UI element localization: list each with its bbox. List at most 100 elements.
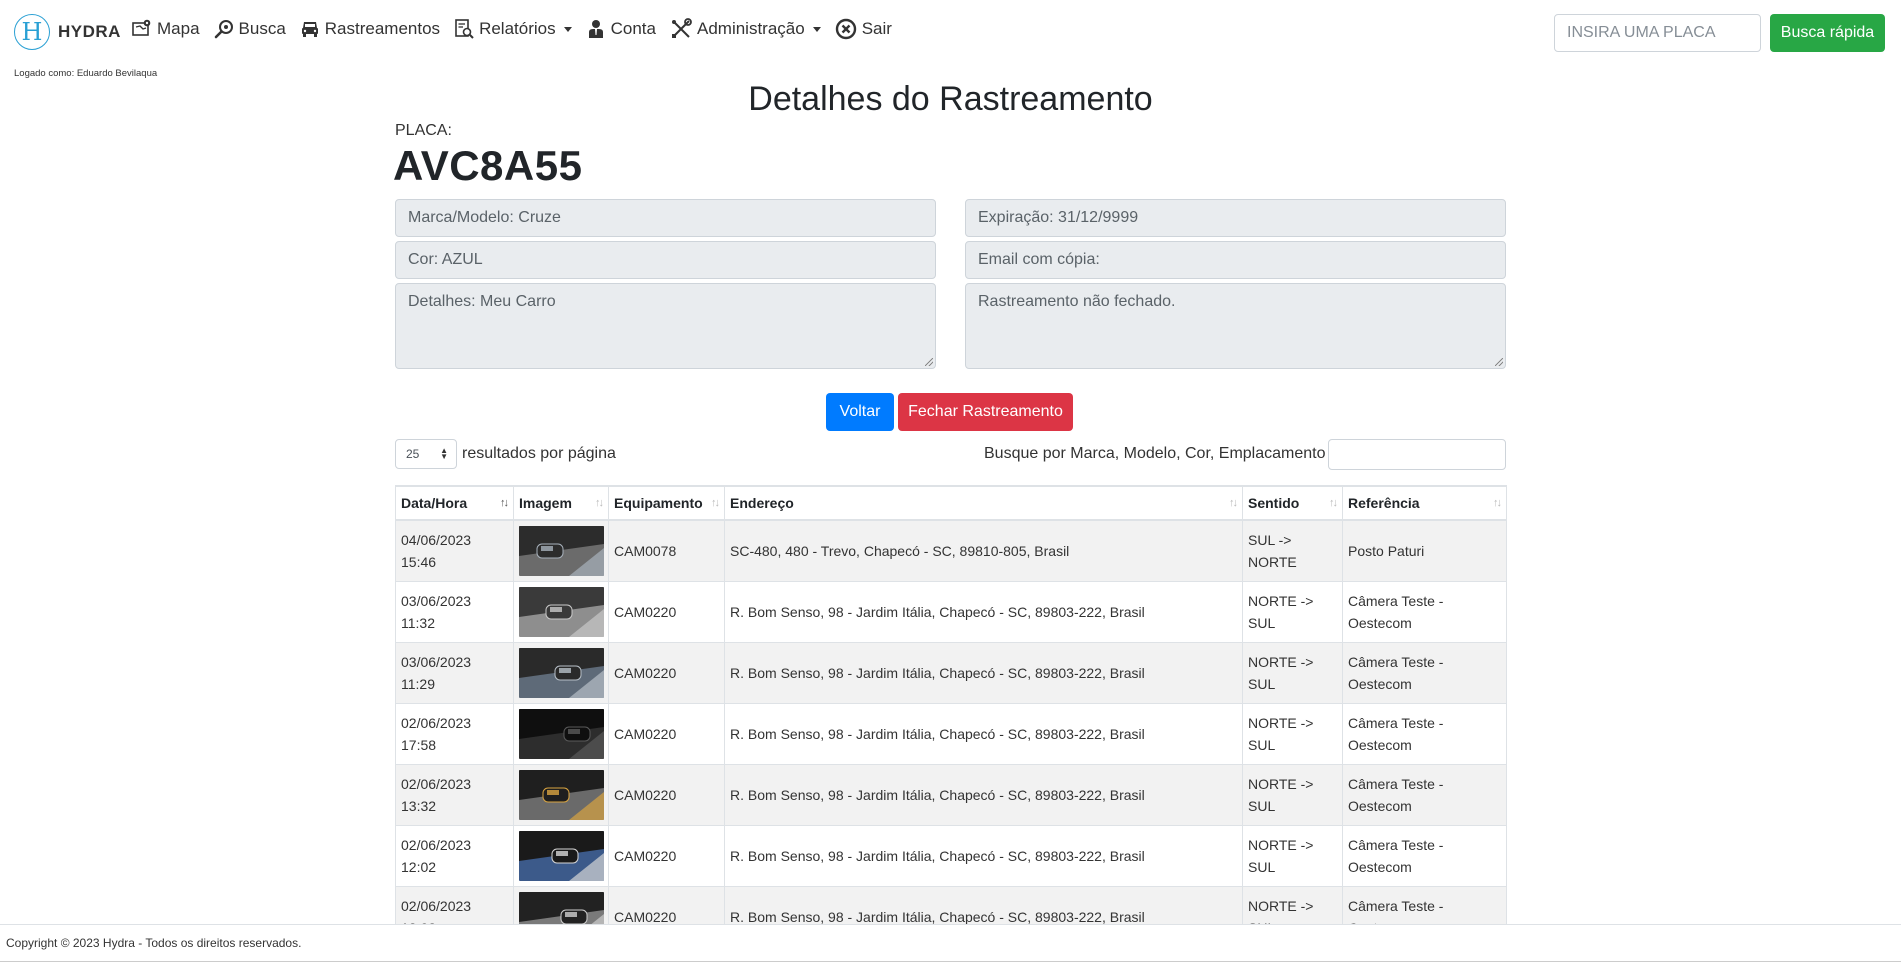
- plate-label: PLACA:: [395, 122, 452, 139]
- cell-sentido: NORTE ->SUL: [1242, 641, 1343, 704]
- nav-label-administracao: Administração: [696, 19, 805, 38]
- table-header-row: Data/Hora ↑↓ Imagem ↑↓ Equipamento ↑↓ Ender…: [395, 485, 1507, 521]
- column-header-equipamento[interactable]: Equipamento ↑↓: [608, 485, 725, 521]
- page-length-value: 25: [406, 447, 420, 461]
- sort-icon: ↑↓: [1229, 497, 1238, 509]
- column-header-endereco[interactable]: Endereço ↑↓: [724, 485, 1243, 521]
- column-header-imagem[interactable]: Imagem ↑↓: [513, 485, 609, 521]
- back-button[interactable]: Voltar: [826, 393, 894, 431]
- column-header-referencia[interactable]: Referência ↑↓: [1342, 485, 1507, 521]
- nav-label-rastreamentos: Rastreamentos: [324, 19, 441, 38]
- cell-data-hora: 02/06/2023 17:58: [395, 702, 514, 765]
- close-circle-icon: [835, 18, 856, 40]
- footer: Copyright © 2023 Hydra - Todos os direit…: [0, 924, 1901, 962]
- vehicle-photo-thumbnail[interactable]: [519, 525, 604, 576]
- vehicle-photo-thumbnail[interactable]: [519, 647, 604, 698]
- vehicle-photo-thumbnail[interactable]: [519, 708, 604, 759]
- tracking-table: Data/Hora ↑↓ Imagem ↑↓ Equipamento ↑↓ Ender…: [395, 485, 1507, 948]
- sort-icon: ↑↓: [1493, 497, 1502, 509]
- cell-endereco: R. Bom Senso, 98 - Jardim Itália, Chapec…: [724, 641, 1243, 704]
- cell-imagem[interactable]: [513, 702, 609, 765]
- table-search-input[interactable]: [1328, 439, 1506, 470]
- cell-imagem[interactable]: [513, 824, 609, 887]
- nav-item-sair[interactable]: Sair: [835, 18, 892, 40]
- cell-referencia: Câmera Teste -Oestecom: [1342, 702, 1507, 765]
- cell-imagem[interactable]: [513, 641, 609, 704]
- column-header-sentido[interactable]: Sentido ↑↓: [1242, 485, 1343, 521]
- cell-endereco: R. Bom Senso, 98 - Jardim Itália, Chapec…: [724, 763, 1243, 826]
- cor-field: Cor: AZUL: [395, 241, 936, 279]
- table-row[interactable]: 03/06/2023 11:29 CAM0220 R. Bom Senso, 98 -…: [395, 641, 1507, 704]
- cell-data-hora: 04/06/2023 15:46: [395, 519, 514, 582]
- cell-imagem[interactable]: [513, 763, 609, 826]
- brand[interactable]: H HYDRA: [14, 14, 121, 50]
- nav-label-conta: Conta: [610, 19, 656, 38]
- nav-item-administracao[interactable]: Administração: [670, 18, 821, 40]
- cell-referencia: Posto Paturi: [1342, 519, 1507, 582]
- chevron-down-icon: [563, 26, 572, 32]
- quick-search-button[interactable]: Busca rápida: [1770, 14, 1885, 52]
- resize-handle-icon: [925, 358, 933, 366]
- main-nav: Mapa Busca Rastreamentos Relatórios Cont…: [132, 18, 906, 40]
- page-length-select[interactable]: 25 ▲ ▼: [395, 439, 457, 469]
- map-icon: [132, 19, 151, 36]
- cell-sentido: SUL -> NORTE: [1242, 519, 1343, 582]
- table-row[interactable]: 02/06/2023 17:58 CAM0220 R. Bom Senso, 98 -…: [395, 702, 1507, 765]
- table-row[interactable]: 02/06/202312:02 CAM0220R. Bom Senso, 98 -…: [395, 824, 1507, 887]
- cell-data-hora: 02/06/2023 13:32: [395, 763, 514, 826]
- email-field: Email com cópia:: [965, 241, 1506, 279]
- cell-sentido: NORTE ->SUL: [1242, 580, 1343, 643]
- expiracao-field: Expiração: 31/12/9999: [965, 199, 1506, 237]
- table-search-label: Busque por Marca, Modelo, Cor, Emplacame…: [984, 445, 1326, 462]
- nav-item-busca[interactable]: Busca: [214, 19, 286, 39]
- logged-user-text: Logado como: Eduardo Bevilaqua: [14, 68, 158, 79]
- page-title: Detalhes do Rastreamento: [748, 80, 1153, 118]
- plate-search-input[interactable]: [1554, 14, 1761, 52]
- cell-equipamento: CAM0220: [608, 763, 725, 826]
- cell-endereco: R. Bom Senso, 98 - Jardim Itália, Chapec…: [724, 702, 1243, 765]
- cell-data-hora: 03/06/2023 11:32: [395, 580, 514, 643]
- car-icon: [301, 22, 318, 37]
- chevron-down-icon: [812, 26, 821, 32]
- detalhes-text: Detalhes: Meu Carro: [408, 293, 556, 310]
- cell-equipamento: CAM0220: [608, 824, 725, 887]
- vehicle-photo-thumbnail[interactable]: [519, 586, 604, 637]
- cell-imagem[interactable]: [513, 580, 609, 643]
- vehicle-photo-thumbnail[interactable]: [519, 769, 604, 820]
- copyright-text: Copyright © 2023 Hydra - Todos os direit…: [6, 936, 302, 950]
- nav-label-sair: Sair: [861, 19, 892, 38]
- cell-sentido: NORTE ->SUL: [1242, 763, 1343, 826]
- nav-item-mapa[interactable]: Mapa: [132, 19, 200, 39]
- cell-equipamento: CAM0220: [608, 580, 725, 643]
- resize-handle-icon: [1495, 358, 1503, 366]
- cell-referencia: Câmera Teste -Oestecom: [1342, 580, 1507, 643]
- table-row[interactable]: 04/06/2023 15:46 CAM0078 SC-480, 480 - Trev…: [395, 519, 1507, 582]
- detalhes-field: Detalhes: Meu Carro: [395, 283, 936, 369]
- table-row[interactable]: 03/06/2023 11:32 CAM0220 R. Bom Senso, 98 -…: [395, 580, 1507, 643]
- updown-arrows-icon: ▲ ▼: [440, 446, 448, 461]
- cell-data-hora: 03/06/2023 11:29: [395, 641, 514, 704]
- navbar: H HYDRA Mapa Busca Rastreamentos Relatór…: [0, 0, 1901, 66]
- nav-label-relatorios: Relatórios: [479, 19, 556, 38]
- cell-data-hora: 02/06/202312:02: [395, 824, 514, 887]
- table-row[interactable]: 02/06/2023 13:32 CAM0220 R. Bom Senso, 98 -…: [395, 763, 1507, 826]
- nav-item-rastreamentos[interactable]: Rastreamentos: [300, 19, 440, 39]
- page-length-label: resultados por página: [462, 445, 616, 462]
- sort-icon: ↑↓: [500, 497, 509, 509]
- cell-referencia: Câmera Teste -Oestecom: [1342, 824, 1507, 887]
- cell-imagem[interactable]: [513, 519, 609, 582]
- sort-icon: ↑↓: [711, 497, 720, 509]
- tools-icon: [671, 18, 692, 38]
- nav-item-conta[interactable]: Conta: [586, 19, 656, 39]
- close-tracking-button[interactable]: Fechar Rastreamento: [898, 393, 1073, 431]
- sort-icon: ↑↓: [595, 497, 604, 509]
- nav-item-relatorios[interactable]: Relatórios: [454, 19, 572, 39]
- cell-sentido: NORTE ->SUL: [1242, 702, 1343, 765]
- status-field: Rastreamento não fechado.: [965, 283, 1506, 369]
- cell-endereco: R. Bom Senso, 98 - Jardim Itália, Chapec…: [724, 824, 1243, 887]
- vehicle-photo-thumbnail[interactable]: [519, 830, 604, 881]
- cell-referencia: Câmera Teste -Oestecom: [1342, 641, 1507, 704]
- column-header-data-hora[interactable]: Data/Hora ↑↓: [395, 485, 514, 521]
- report-icon: [455, 19, 474, 39]
- nav-label-busca: Busca: [238, 19, 286, 38]
